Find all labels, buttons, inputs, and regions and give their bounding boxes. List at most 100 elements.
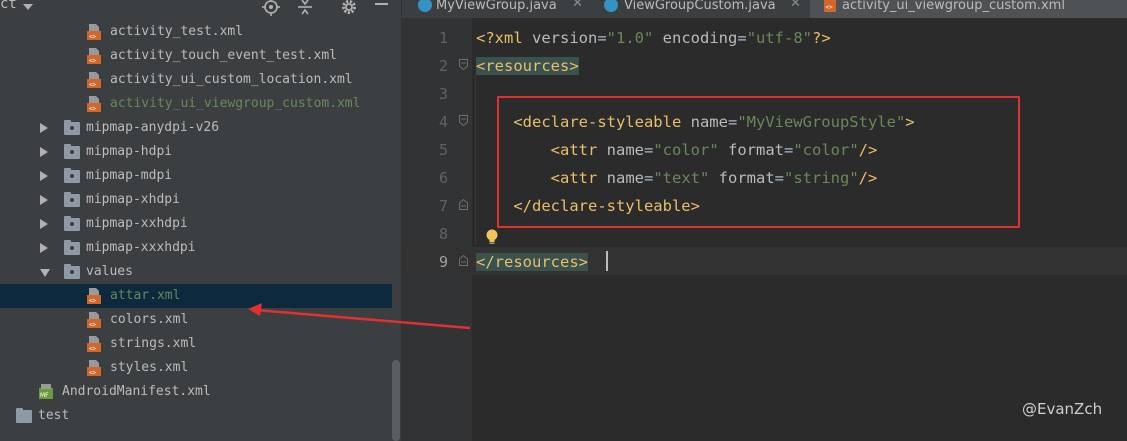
tree-item-label: mipmap-anydpi-v26: [86, 120, 220, 135]
xml-file-icon: <>: [87, 336, 101, 352]
fold-icon[interactable]: [459, 115, 468, 126]
close-icon[interactable]: ✕: [790, 0, 801, 11]
hide-icon[interactable]: [372, 0, 390, 16]
code-editor[interactable]: [472, 18, 1127, 441]
code-line: </resources>: [476, 248, 588, 276]
chevron-right-icon[interactable]: [40, 219, 48, 229]
svg-text:<>: <>: [89, 346, 97, 353]
chevron-right-icon[interactable]: [40, 171, 48, 181]
xml-file-icon: <>: [87, 312, 101, 328]
tree-item-label: activity_ui_custom_location.xml: [110, 72, 353, 87]
chevron-right-icon[interactable]: [40, 123, 48, 133]
folder-icon: [64, 144, 80, 159]
svg-text:<>: <>: [826, 4, 834, 11]
line-number: 8: [438, 225, 448, 243]
svg-text:<>: <>: [89, 34, 97, 41]
code-token: ?>: [812, 29, 831, 47]
code-token: "utf-8": [746, 29, 813, 47]
svg-text:<>: <>: [89, 82, 97, 89]
code-token: </resources>: [476, 253, 588, 271]
tree-item-label: activity_ui_viewgroup_custom.xml: [110, 96, 361, 111]
line-number: 5: [438, 141, 448, 159]
tree-file[interactable]: <> activity_touch_event_test.xml: [0, 44, 401, 68]
xml-file-icon: <>: [87, 72, 101, 88]
line-number: 4: [438, 113, 448, 131]
line-number: 7: [438, 197, 448, 215]
project-view-title[interactable]: ct: [0, 0, 17, 12]
project-scrollbar-thumb[interactable]: [392, 360, 400, 441]
chevron-down-icon[interactable]: [40, 269, 50, 277]
tree-file[interactable]: <> activity_test.xml: [0, 20, 401, 44]
line-number: 2: [438, 57, 448, 75]
tree-folder[interactable]: mipmap-xxhdpi: [0, 212, 401, 236]
xml-file-icon: <>: [824, 0, 836, 12]
tab-label: MyViewGroup.java: [436, 0, 557, 13]
code-token: =: [597, 29, 607, 47]
svg-text:<>: <>: [89, 370, 97, 377]
code-token: <resources>: [476, 57, 579, 75]
tree-folder[interactable]: mipmap-xxxhdpi: [0, 236, 401, 260]
class-icon: [604, 0, 618, 12]
tree-item-label: strings.xml: [110, 336, 197, 351]
tree-item-label: mipmap-xxxhdpi: [86, 240, 196, 255]
tab-label: activity_ui_viewgroup_custom.xml: [842, 0, 1065, 13]
unfold-icon[interactable]: [459, 255, 468, 266]
tree-item-label: mipmap-mdpi: [86, 168, 173, 183]
svg-text:<>: <>: [89, 106, 97, 113]
tree-folder[interactable]: mipmap-anydpi-v26: [0, 116, 401, 140]
xml-file-icon: <>: [87, 48, 101, 64]
manifest-file-icon: MF: [39, 384, 53, 399]
tree-item-label: mipmap-xxhdpi: [86, 216, 188, 231]
tree-file[interactable]: MF AndroidManifest.xml: [0, 380, 401, 404]
tree-folder[interactable]: mipmap-xhdpi: [0, 188, 401, 212]
code-token: =: [737, 29, 747, 47]
view-dropdown-icon[interactable]: [23, 4, 33, 10]
collapse-all-icon[interactable]: [296, 0, 314, 16]
folder-icon: [64, 240, 80, 255]
tree-item-label: activity_test.xml: [110, 24, 244, 39]
folder-icon: [64, 120, 80, 135]
tab-viewgroupcustom-java[interactable]: ViewGroupCustom.java ✕: [592, 0, 810, 18]
svg-text:<>: <>: [89, 322, 97, 329]
tree-item-label: mipmap-xhdpi: [86, 192, 180, 207]
tree-item-label: AndroidManifest.xml: [62, 384, 211, 399]
tree-file[interactable]: <> activity_ui_custom_location.xml: [0, 68, 401, 92]
line-number: 9: [438, 253, 448, 271]
tree-folder[interactable]: values: [0, 260, 401, 284]
unfold-icon[interactable]: [459, 199, 468, 210]
project-toolbar: ct: [0, 0, 401, 20]
chevron-right-icon[interactable]: [40, 243, 48, 253]
xml-file-icon: <>: [87, 96, 101, 112]
svg-text:<>: <>: [89, 298, 97, 305]
lightbulb-icon[interactable]: [484, 228, 500, 246]
tree-folder[interactable]: test: [0, 404, 401, 428]
tab-activity-ui-viewgroup-custom-xml[interactable]: <> activity_ui_viewgroup_custom.xml: [810, 0, 1127, 18]
tree-folder[interactable]: mipmap-hdpi: [0, 140, 401, 164]
chevron-right-icon[interactable]: [40, 147, 48, 157]
tab-myviewgroup-java[interactable]: MyViewGroup.java ✕: [402, 0, 592, 18]
code-token: <?xml: [476, 29, 532, 47]
line-number: 3: [438, 85, 448, 103]
gear-icon[interactable]: [340, 0, 358, 16]
locate-icon[interactable]: [262, 0, 280, 16]
tree-item-label: mipmap-hdpi: [86, 144, 173, 159]
code-token: version: [532, 29, 598, 47]
tree-item-label: test: [38, 408, 70, 423]
tree-folder[interactable]: mipmap-mdpi: [0, 164, 401, 188]
tree-item-label: activity_touch_event_test.xml: [110, 48, 337, 63]
tree-file[interactable]: <> activity_ui_viewgroup_custom.xml: [0, 92, 401, 116]
xml-file-icon: <>: [87, 360, 101, 376]
fold-icon[interactable]: [459, 59, 468, 70]
code-line: <resources>: [476, 52, 579, 80]
editor-tab-bar: MyViewGroup.java ✕ ViewGroupCustom.java …: [402, 0, 1127, 18]
code-token: "1.0": [606, 29, 654, 47]
chevron-right-icon[interactable]: [40, 195, 48, 205]
tree-item-label: values: [86, 264, 133, 279]
watermark: @EvanZch: [1022, 400, 1103, 418]
svg-text:<>: <>: [89, 58, 97, 65]
folder-icon: [16, 408, 32, 423]
tree-item-label: attar.xml: [110, 288, 181, 303]
annotation-highlight-box: [497, 96, 1020, 228]
close-icon[interactable]: ✕: [572, 0, 583, 11]
tree-file[interactable]: <> styles.xml: [0, 356, 401, 380]
